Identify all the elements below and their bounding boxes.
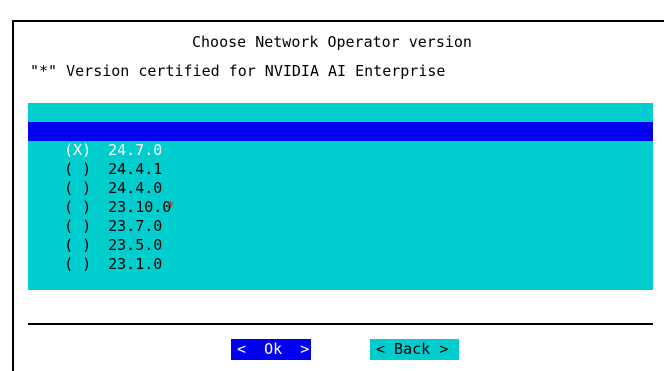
list-item-24-4-0[interactable]: ( ) 24.4.0 [28,160,653,197]
certified-star-icon: * [166,198,176,216]
version-list: ( )latest (X)24.7.0 ( )24.4.1 ( )24.4.0 … [28,103,653,290]
list-item-24-7-0[interactable]: (X) 24.7.0 [28,122,653,159]
list-item-23-5-0[interactable]: ( ) 23.5.0 [28,217,653,254]
back-button[interactable]: < Back > [370,339,459,360]
version-label: 23.1.0 [108,255,163,273]
dialog-title: Choose Network Operator version [186,31,478,53]
list-item-23-1-0[interactable]: ( ) 23.1.0 [28,236,653,273]
dialog-subtitle: "*" Version certified for NVIDIA AI Ente… [30,62,446,80]
button-divider [28,323,653,325]
list-item-latest[interactable]: ( )latest [28,103,653,140]
list-item-23-10-0[interactable]: ( ) 23.10.0 [28,179,653,216]
radio-button[interactable]: ( ) [64,255,108,274]
list-item-23-7-0[interactable]: ( ) 23.7.0 * [28,198,653,235]
list-item-24-4-1[interactable]: ( ) 24.4.1 [28,141,653,178]
ok-button[interactable]: < Ok > [231,339,311,360]
